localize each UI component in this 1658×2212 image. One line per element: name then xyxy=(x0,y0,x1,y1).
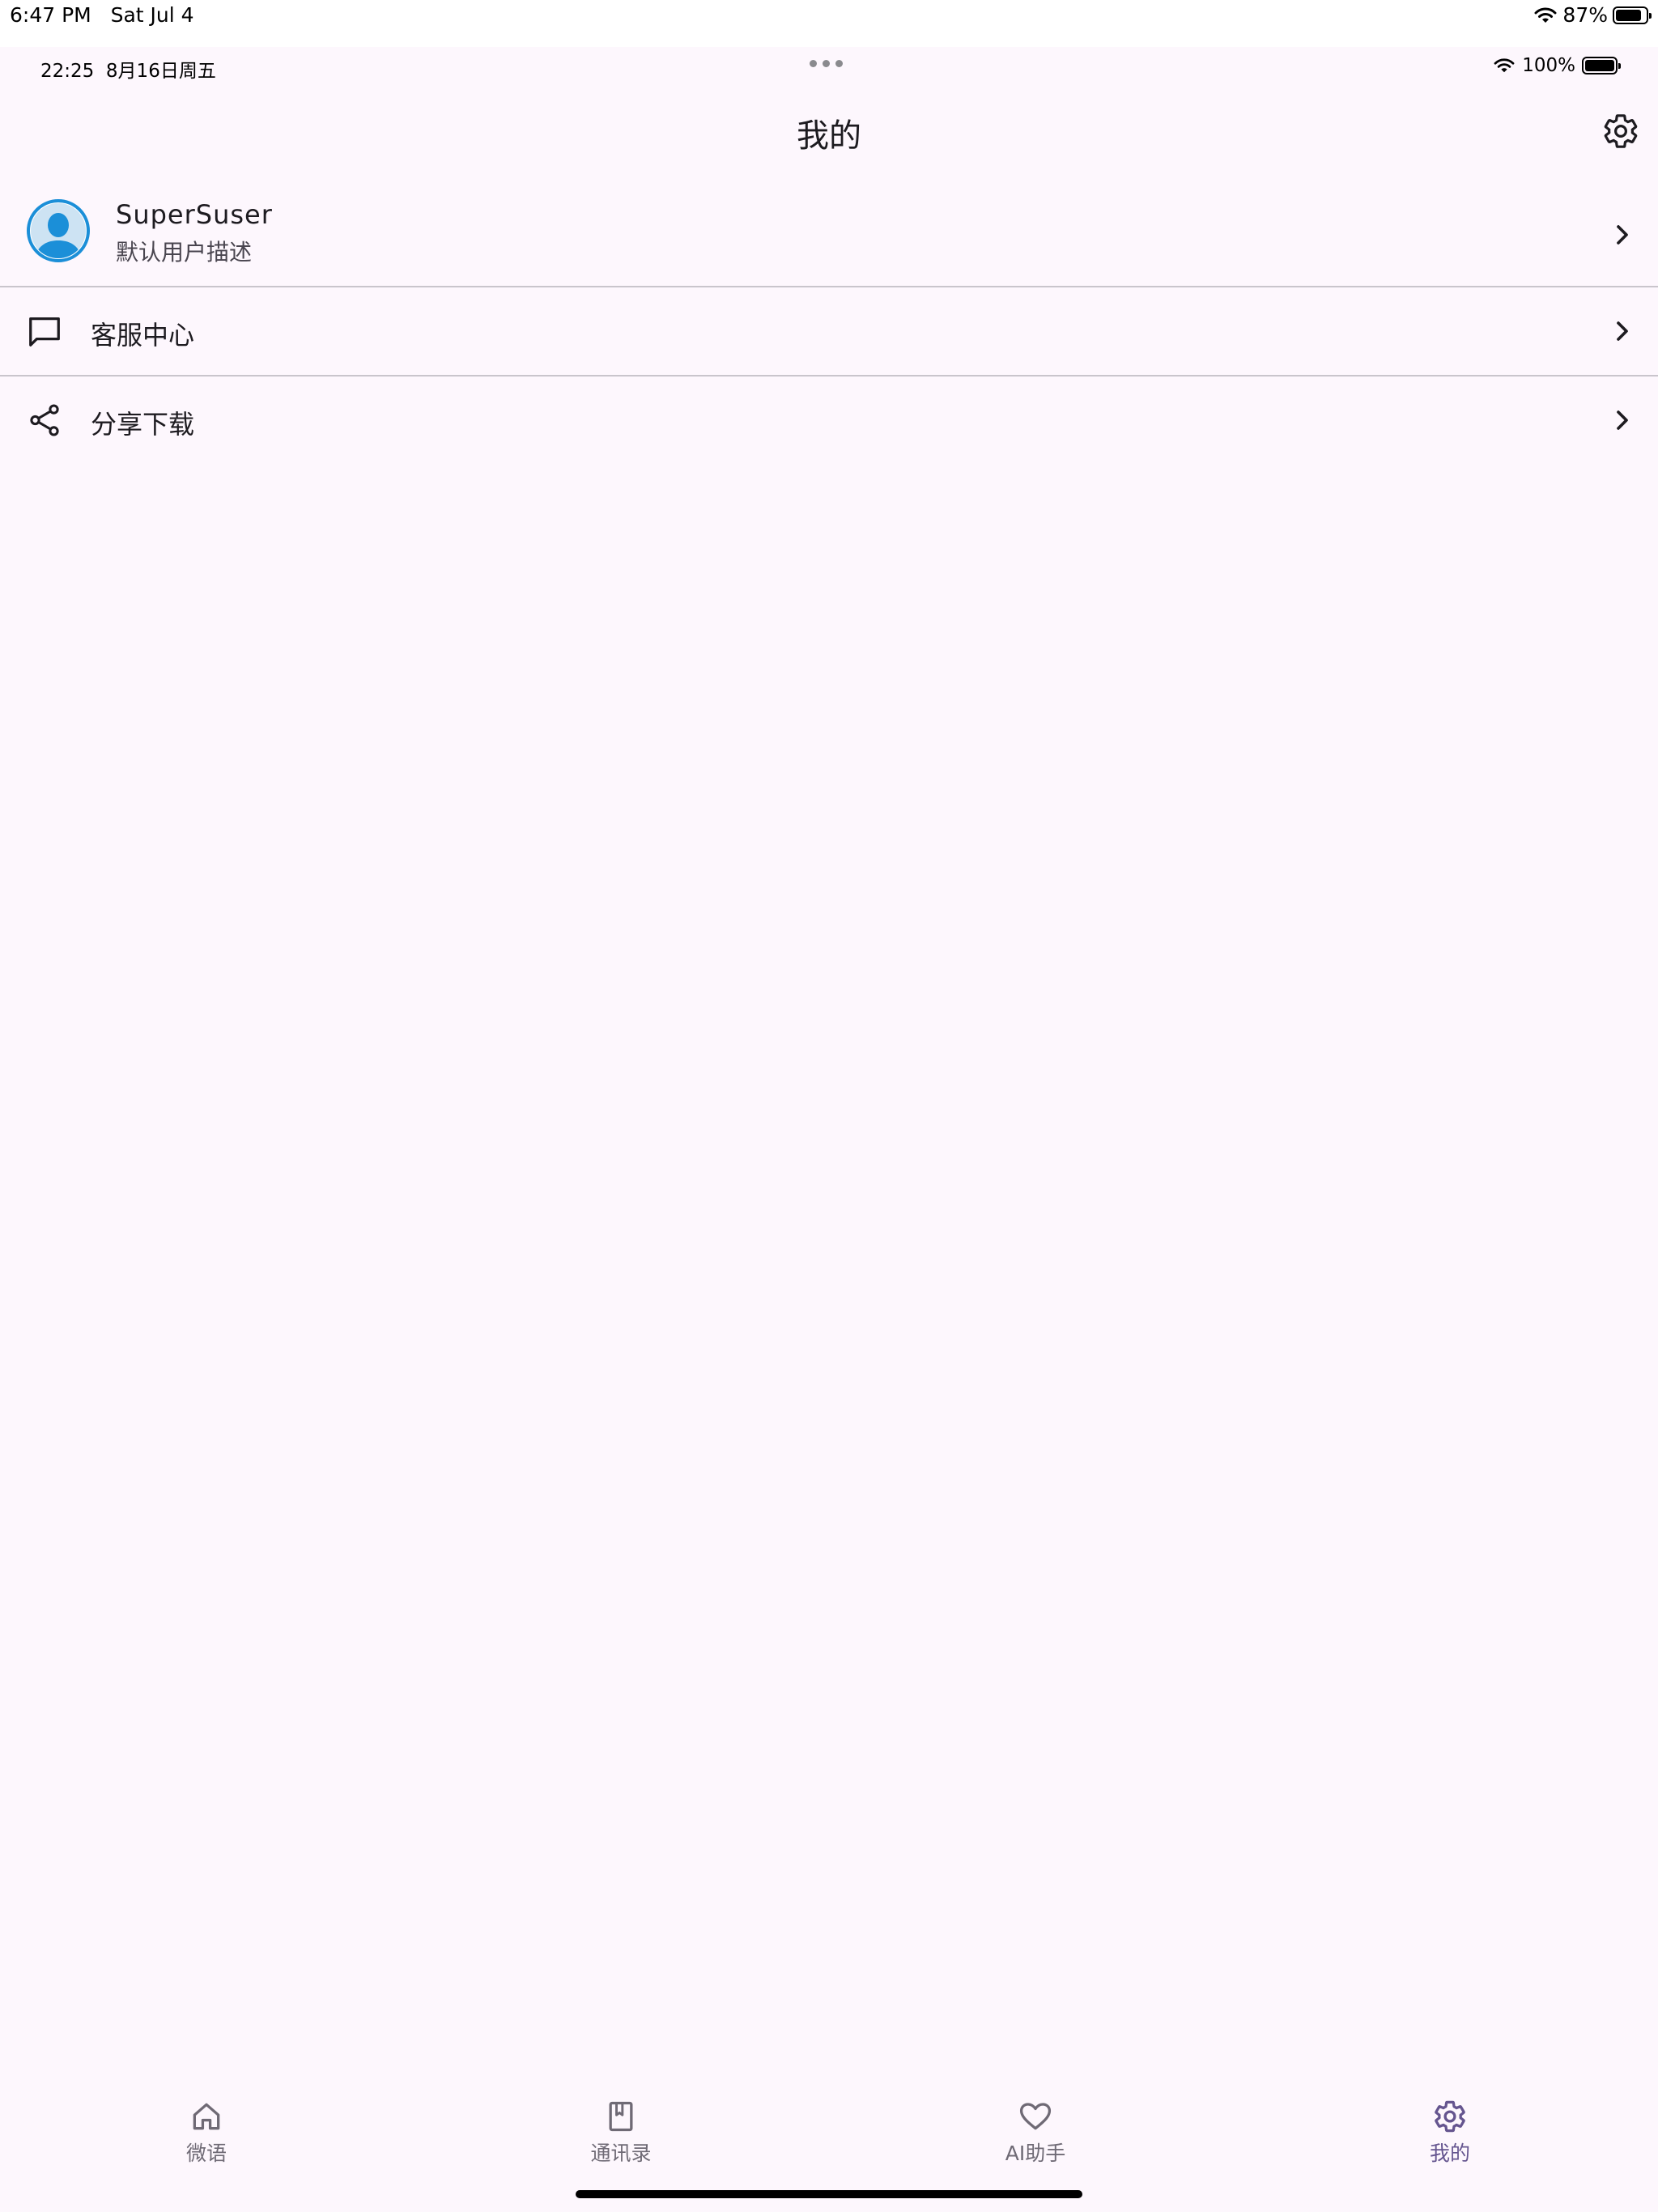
battery-icon xyxy=(1613,6,1652,24)
chevron-right-icon xyxy=(1617,410,1628,430)
app-time: 22:25 xyxy=(40,61,95,82)
contacts-book-icon xyxy=(609,2101,633,2132)
nav-item-label: 我的 xyxy=(1429,2142,1470,2165)
nav-item-weiyu[interactable]: 微语 xyxy=(125,2081,287,2167)
device-date: Sat Jul 4 xyxy=(110,3,194,27)
profile-row[interactable]: SuperSuser 默认用户描述 xyxy=(0,185,1658,286)
menu-item-share-download[interactable]: 分享下载 xyxy=(0,376,1658,464)
nav-item-contacts[interactable]: 通讯录 xyxy=(540,2081,702,2167)
app-status-right: 100% xyxy=(1493,55,1621,76)
page-title: 我的 xyxy=(797,117,861,155)
device-status-bar: 6:47 PM Sat Jul 4 87% xyxy=(0,0,1658,47)
app-status-bar: 22:25 8月16日周五 100% xyxy=(0,47,1658,87)
share-icon xyxy=(30,404,59,436)
device-time: 6:47 PM xyxy=(10,3,91,27)
device-battery-percent: 87% xyxy=(1562,3,1608,27)
nav-item-label: 通讯录 xyxy=(590,2142,652,2165)
heart-icon xyxy=(1019,2103,1052,2130)
app-battery-percent: 100% xyxy=(1522,55,1575,76)
nav-item-ai-assistant[interactable]: AI助手 xyxy=(954,2081,1116,2167)
app-date: 8月16日周五 xyxy=(105,61,216,82)
wifi-icon xyxy=(1534,7,1557,23)
chevron-right-icon xyxy=(1617,225,1628,245)
gear-icon xyxy=(1435,2100,1465,2133)
nav-item-label: AI助手 xyxy=(1005,2142,1066,2165)
app-time-date: 22:25 8月16日周五 xyxy=(40,55,216,83)
avatar-icon xyxy=(27,199,90,262)
app-bar: 我的 xyxy=(0,89,1658,170)
multitasking-dots[interactable] xyxy=(810,60,843,67)
device-time-date: 6:47 PM Sat Jul 4 xyxy=(10,3,194,27)
chat-bubble-icon xyxy=(29,317,60,347)
menu-item-customer-service[interactable]: 客服中心 xyxy=(0,287,1658,375)
nav-item-label: 微语 xyxy=(185,2142,227,2165)
chevron-right-icon xyxy=(1617,321,1628,341)
menu-item-label: 客服中心 xyxy=(91,320,195,351)
bottom-navigation: 微语 通讯录 AI助手 我的 xyxy=(0,2081,1658,2170)
nav-item-mine[interactable]: 我的 xyxy=(1369,2081,1531,2167)
wifi-icon xyxy=(1494,58,1515,73)
gear-icon[interactable] xyxy=(1601,112,1640,151)
device-status-right: 87% xyxy=(1533,3,1652,27)
profile-name: SuperSuser xyxy=(116,199,273,230)
menu-item-label: 分享下载 xyxy=(91,409,195,440)
battery-icon xyxy=(1582,57,1621,74)
home-indicator[interactable] xyxy=(576,2190,1082,2198)
profile-description: 默认用户描述 xyxy=(116,239,253,266)
home-icon xyxy=(193,2103,220,2130)
